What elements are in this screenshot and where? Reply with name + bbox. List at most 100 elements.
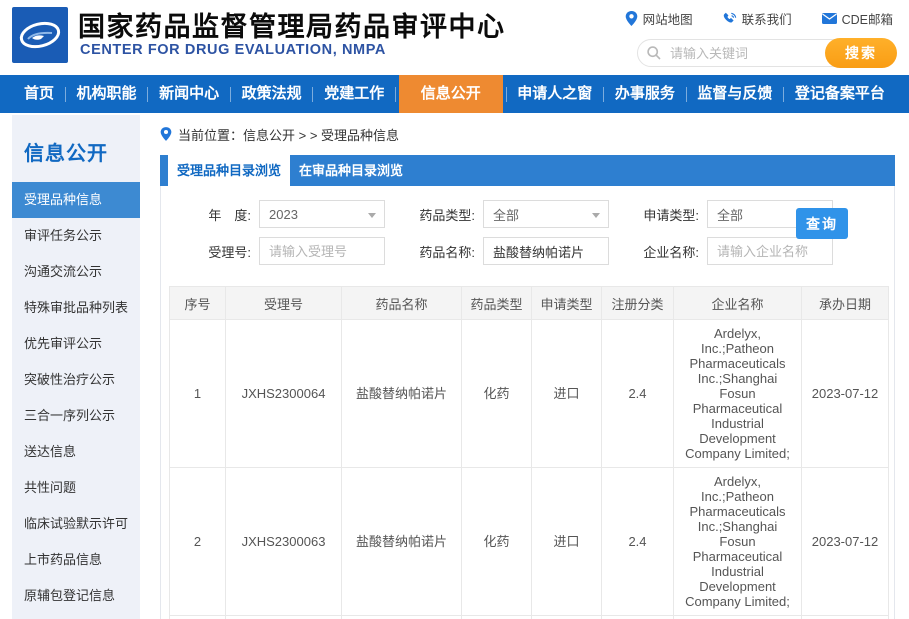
company-filter: 企业名称: bbox=[637, 237, 833, 265]
sidebar-title: 信息公开 bbox=[12, 115, 140, 182]
sitemap-link[interactable]: 网站地图 bbox=[625, 9, 693, 28]
sidebar-item-9[interactable]: 临床试验默示许可 bbox=[12, 506, 140, 542]
site-search: 搜索 bbox=[637, 39, 895, 67]
col-header-2: 药品名称 bbox=[342, 287, 462, 320]
sidebar-item-6[interactable]: 三合一序列公示 bbox=[12, 398, 140, 434]
table-cell-r0-c1: JXHS2300064 bbox=[226, 320, 342, 468]
breadcrumb: 当前位置：信息公开 > > 受理品种信息 bbox=[160, 121, 895, 147]
results-table-head: 序号受理号药品名称药品类型申请类型注册分类企业名称承办日期 bbox=[170, 287, 889, 320]
table-cell-r1-c6: Ardelyx, Inc.;Patheon Pharmaceuticals In… bbox=[674, 468, 802, 616]
year-filter: 年 度: 2023 bbox=[189, 200, 385, 228]
table-cell-r2-c7: 2023-07-12 bbox=[802, 616, 889, 619]
sidebar-item-8[interactable]: 共性问题 bbox=[12, 470, 140, 506]
drug-type-select-value: 全部 bbox=[493, 205, 519, 224]
drug-name-input[interactable] bbox=[483, 237, 609, 265]
nav-item-4[interactable]: 党建工作 bbox=[316, 75, 392, 113]
table-cell-r1-c2: 盐酸替纳帕诺片 bbox=[342, 468, 462, 616]
acceptance-no-input[interactable] bbox=[259, 237, 385, 265]
chevron-down-icon bbox=[368, 213, 376, 218]
nav-item-6[interactable]: 申请人之窗 bbox=[509, 75, 600, 113]
table-row-1: 2JXHS2300063盐酸替纳帕诺片化药进口2.4Ardelyx, Inc.;… bbox=[170, 468, 889, 616]
nav-item-0[interactable]: 首页 bbox=[16, 75, 62, 113]
site-title: 国家药品监督管理局药品审评中心 bbox=[78, 5, 506, 44]
col-header-5: 注册分类 bbox=[602, 287, 674, 320]
sidebar-item-4[interactable]: 优先审评公示 bbox=[12, 326, 140, 362]
company-label: 企业名称: bbox=[637, 242, 699, 261]
col-header-3: 药品类型 bbox=[462, 287, 532, 320]
results-table-body: 1JXHS2300064盐酸替纳帕诺片化药进口2.4Ardelyx, Inc.;… bbox=[170, 320, 889, 619]
sidebar-item-10[interactable]: 上市药品信息 bbox=[12, 542, 140, 578]
sidebar-item-0[interactable]: 受理品种信息 bbox=[12, 182, 140, 218]
table-cell-r1-c7: 2023-07-12 bbox=[802, 468, 889, 616]
table-cell-r2-c5: 2.4 bbox=[602, 616, 674, 619]
filter-row-2: 受理号: 药品名称: 企业名称: bbox=[161, 237, 894, 265]
filter-row-1: 年 度: 2023 药品类型: 全部 申请类 bbox=[161, 200, 894, 228]
drug-name-label: 药品名称: bbox=[413, 242, 475, 261]
tab-accepted-catalog[interactable]: 受理品种目录浏览 bbox=[168, 155, 290, 186]
sidebar-item-1[interactable]: 审评任务公示 bbox=[12, 218, 140, 254]
nav-item-7[interactable]: 办事服务 bbox=[607, 75, 683, 113]
contact-link[interactable]: 联系我们 bbox=[723, 9, 792, 28]
nav-item-8[interactable]: 监督与反馈 bbox=[689, 75, 780, 113]
table-cell-r1-c3: 化药 bbox=[462, 468, 532, 616]
sidebar-item-12[interactable]: 药品目录集信息 bbox=[12, 614, 140, 619]
filter-form: 年 度: 2023 药品类型: 全部 申请类 bbox=[161, 186, 894, 282]
sidebar-item-3[interactable]: 特殊审批品种列表 bbox=[12, 290, 140, 326]
table-cell-r0-c5: 2.4 bbox=[602, 320, 674, 468]
table-header-row: 序号受理号药品名称药品类型申请类型注册分类企业名称承办日期 bbox=[170, 287, 889, 320]
col-header-7: 承办日期 bbox=[802, 287, 889, 320]
table-cell-r1-c5: 2.4 bbox=[602, 468, 674, 616]
drug-type-select[interactable]: 全部 bbox=[483, 200, 609, 228]
nav-item-3[interactable]: 政策法规 bbox=[234, 75, 310, 113]
col-header-1: 受理号 bbox=[226, 287, 342, 320]
cde-logo[interactable] bbox=[12, 7, 68, 63]
table-cell-r0-c2: 盐酸替纳帕诺片 bbox=[342, 320, 462, 468]
phone-icon bbox=[723, 12, 737, 26]
col-header-0: 序号 bbox=[170, 287, 226, 320]
nav-separator bbox=[686, 87, 687, 102]
tab-under-review-catalog[interactable]: 在审品种目录浏览 bbox=[290, 155, 412, 186]
year-select-value: 2023 bbox=[269, 207, 298, 222]
nav-separator bbox=[395, 87, 396, 102]
drug-type-label: 药品类型: bbox=[413, 205, 475, 224]
site-subtitle: CENTER FOR DRUG EVALUATION, NMPA bbox=[80, 42, 386, 58]
nav-separator bbox=[603, 87, 604, 102]
table-row-0: 1JXHS2300064盐酸替纳帕诺片化药进口2.4Ardelyx, Inc.;… bbox=[170, 320, 889, 468]
contact-label: 联系我们 bbox=[742, 9, 792, 28]
results-table: 序号受理号药品名称药品类型申请类型注册分类企业名称承办日期 1JXHS23000… bbox=[169, 286, 889, 619]
search-icon bbox=[647, 46, 661, 60]
sidebar-item-7[interactable]: 送达信息 bbox=[12, 434, 140, 470]
cde-logo-icon bbox=[12, 7, 68, 63]
sidebar: 信息公开 受理品种信息审评任务公示沟通交流公示特殊审批品种列表优先审评公示突破性… bbox=[12, 115, 140, 619]
col-header-4: 申请类型 bbox=[532, 287, 602, 320]
nav-item-2[interactable]: 新闻中心 bbox=[151, 75, 227, 113]
site-header: 国家药品监督管理局药品审评中心 CENTER FOR DRUG EVALUATI… bbox=[0, 0, 909, 75]
table-cell-r2-c2: 盐酸替纳帕诺片 bbox=[342, 616, 462, 619]
main-content: 当前位置：信息公开 > > 受理品种信息 受理品种目录浏览 在审品种目录浏览 年… bbox=[160, 121, 895, 619]
nav-separator bbox=[147, 87, 148, 102]
nav-separator bbox=[312, 87, 313, 102]
nav-item-9[interactable]: 登记备案平台 bbox=[787, 75, 893, 113]
query-button[interactable]: 查询 bbox=[796, 208, 848, 239]
table-cell-r0-c4: 进口 bbox=[532, 320, 602, 468]
sidebar-item-5[interactable]: 突破性治疗公示 bbox=[12, 362, 140, 398]
table-cell-r2-c4: 进口 bbox=[532, 616, 602, 619]
table-cell-r2-c1: JXHS2300062 bbox=[226, 616, 342, 619]
nav-item-1[interactable]: 机构职能 bbox=[69, 75, 145, 113]
sidebar-item-11[interactable]: 原辅包登记信息 bbox=[12, 578, 140, 614]
sidebar-item-2[interactable]: 沟通交流公示 bbox=[12, 254, 140, 290]
acceptance-no-filter: 受理号: bbox=[189, 237, 385, 265]
search-button[interactable]: 搜索 bbox=[825, 38, 897, 68]
table-cell-r2-c6: Ardelyx, Inc.;Patheon Pharmaceuticals In… bbox=[674, 616, 802, 619]
quick-links: 网站地图 联系我们 CDE邮箱 bbox=[625, 9, 893, 28]
mailbox-link[interactable]: CDE邮箱 bbox=[822, 9, 893, 28]
year-select[interactable]: 2023 bbox=[259, 200, 385, 228]
nav-item-5[interactable]: 信息公开 bbox=[399, 75, 503, 113]
table-cell-r0-c0: 1 bbox=[170, 320, 226, 468]
mailbox-label: CDE邮箱 bbox=[842, 9, 893, 28]
company-input[interactable] bbox=[707, 237, 833, 265]
table-cell-r2-c0: 3 bbox=[170, 616, 226, 619]
apply-type-select-value: 全部 bbox=[717, 205, 743, 224]
table-cell-r1-c4: 进口 bbox=[532, 468, 602, 616]
table-row-2: 3JXHS2300062盐酸替纳帕诺片化药进口2.4Ardelyx, Inc.;… bbox=[170, 616, 889, 619]
